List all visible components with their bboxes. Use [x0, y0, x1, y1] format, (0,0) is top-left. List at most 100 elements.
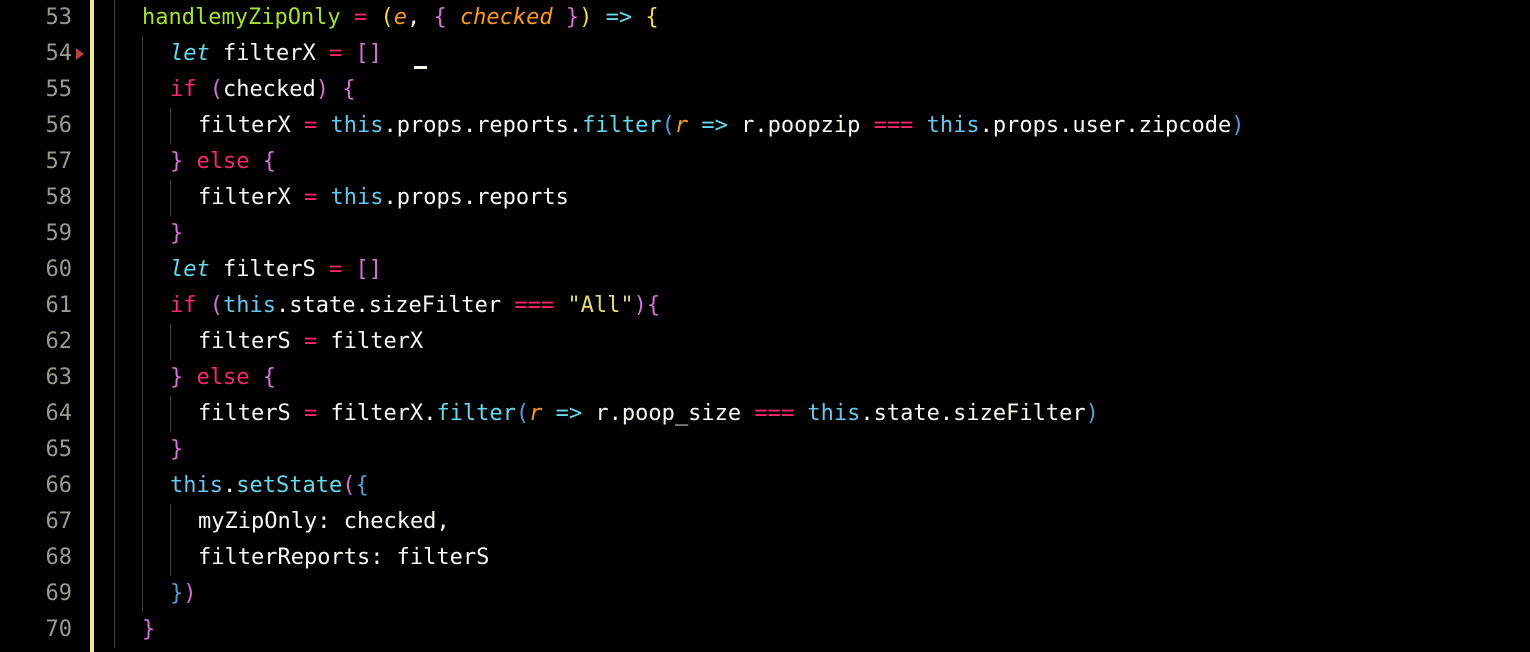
- code-token: filterS: [210, 257, 329, 282]
- code-token: {: [355, 473, 368, 498]
- line-number[interactable]: 67: [0, 504, 82, 540]
- code-token: filter: [582, 113, 661, 138]
- code-token: [741, 401, 754, 426]
- code-line[interactable]: let filterX = []: [114, 36, 1530, 72]
- code-token: ): [183, 581, 196, 606]
- code-line[interactable]: filterS = filterX: [114, 324, 1530, 360]
- code-token: }: [566, 5, 579, 30]
- code-token: filterX: [210, 41, 329, 66]
- line-number[interactable]: 53: [0, 0, 82, 36]
- code-line[interactable]: myZipOnly: checked,: [114, 504, 1530, 540]
- code-token: poopzip: [768, 113, 861, 138]
- code-line[interactable]: filterS = filterX.filter(r => r.poop_siz…: [114, 396, 1530, 432]
- code-token: else: [197, 149, 250, 174]
- code-line[interactable]: }): [114, 576, 1530, 612]
- code-token: [542, 401, 555, 426]
- line-number[interactable]: 58: [0, 180, 82, 216]
- code-token: filterX: [198, 113, 304, 138]
- code-token: filterX: [317, 401, 423, 426]
- code-token: checked: [330, 509, 436, 534]
- indent-guide: [142, 36, 170, 72]
- code-line[interactable]: } else {: [114, 144, 1530, 180]
- code-token: :: [370, 545, 383, 570]
- code-area[interactable]: handlemyZipOnly = (e, { checked }) => {l…: [114, 0, 1530, 652]
- line-number[interactable]: 54: [0, 36, 82, 72]
- code-token: {: [263, 149, 276, 174]
- code-editor[interactable]: 535455565758596061626364656667686970 han…: [0, 0, 1530, 652]
- breakpoint-marker-icon[interactable]: [76, 48, 84, 60]
- line-number[interactable]: 64: [0, 396, 82, 432]
- line-number[interactable]: 57: [0, 144, 82, 180]
- indent-guide: [142, 180, 170, 216]
- indent-guide: [142, 360, 170, 396]
- indent-guide: [142, 468, 170, 504]
- indent-guide: [170, 180, 198, 216]
- code-token: e: [394, 5, 407, 30]
- code-token: [197, 77, 210, 102]
- line-number[interactable]: 55: [0, 72, 82, 108]
- code-token: {: [645, 5, 658, 30]
- line-number[interactable]: 61: [0, 288, 82, 324]
- code-token: [183, 365, 196, 390]
- line-number[interactable]: 68: [0, 540, 82, 576]
- code-line[interactable]: }: [114, 612, 1530, 648]
- code-token: =: [354, 5, 367, 30]
- line-number-gutter[interactable]: 535455565758596061626364656667686970: [0, 0, 90, 652]
- code-line[interactable]: filterReports: filterS: [114, 540, 1530, 576]
- code-token: .: [940, 401, 953, 426]
- line-number[interactable]: 63: [0, 360, 82, 396]
- code-token: r: [529, 401, 542, 426]
- code-line[interactable]: handlemyZipOnly = (e, { checked }) => {: [114, 0, 1530, 36]
- code-token: .: [383, 113, 396, 138]
- code-token: {: [263, 365, 276, 390]
- code-token: .: [276, 293, 289, 318]
- code-token: }: [142, 617, 155, 642]
- code-line[interactable]: this.setState({: [114, 468, 1530, 504]
- code-token: .: [860, 401, 873, 426]
- indent-guide: [170, 540, 198, 576]
- line-number[interactable]: 59: [0, 216, 82, 252]
- line-number[interactable]: 69: [0, 576, 82, 612]
- indent-guide: [142, 216, 170, 252]
- code-token: let: [170, 41, 210, 66]
- code-token: }: [170, 581, 183, 606]
- code-line[interactable]: } else {: [114, 360, 1530, 396]
- indent-guide: [142, 144, 170, 180]
- code-token: checked: [460, 5, 553, 30]
- code-token: .: [355, 293, 368, 318]
- indent-guide: [170, 108, 198, 144]
- code-token: .: [980, 113, 993, 138]
- code-token: (: [516, 401, 529, 426]
- indent-guide: [114, 360, 142, 396]
- indent-guide: [142, 396, 170, 432]
- code-line[interactable]: let filterS = []: [114, 252, 1530, 288]
- code-line[interactable]: }: [114, 216, 1530, 252]
- code-token: =>: [556, 401, 583, 426]
- code-line[interactable]: if (checked) {: [114, 72, 1530, 108]
- code-line[interactable]: if (this.state.sizeFilter === "All"){: [114, 288, 1530, 324]
- line-number[interactable]: 56: [0, 108, 82, 144]
- code-token: this: [807, 401, 860, 426]
- code-token: =: [304, 113, 317, 138]
- indent-guide: [114, 36, 142, 72]
- code-token: filterX: [198, 185, 304, 210]
- code-token: props: [397, 113, 463, 138]
- code-token: .: [463, 185, 476, 210]
- code-token: [342, 41, 355, 66]
- code-line[interactable]: filterX = this.props.reports.filter(r =>…: [114, 108, 1530, 144]
- code-line[interactable]: filterX = this.props.reports: [114, 180, 1530, 216]
- code-token: }: [170, 437, 183, 462]
- indent-guide: [114, 324, 142, 360]
- code-token: {: [433, 5, 446, 30]
- code-token: [913, 113, 926, 138]
- line-number[interactable]: 62: [0, 324, 82, 360]
- code-token: user: [1072, 113, 1125, 138]
- line-number[interactable]: 66: [0, 468, 82, 504]
- line-number[interactable]: 65: [0, 432, 82, 468]
- code-line[interactable]: }: [114, 432, 1530, 468]
- indent-guide: [114, 144, 142, 180]
- line-number[interactable]: 70: [0, 612, 82, 648]
- code-token: =: [304, 329, 317, 354]
- line-number[interactable]: 60: [0, 252, 82, 288]
- code-token: .: [223, 473, 236, 498]
